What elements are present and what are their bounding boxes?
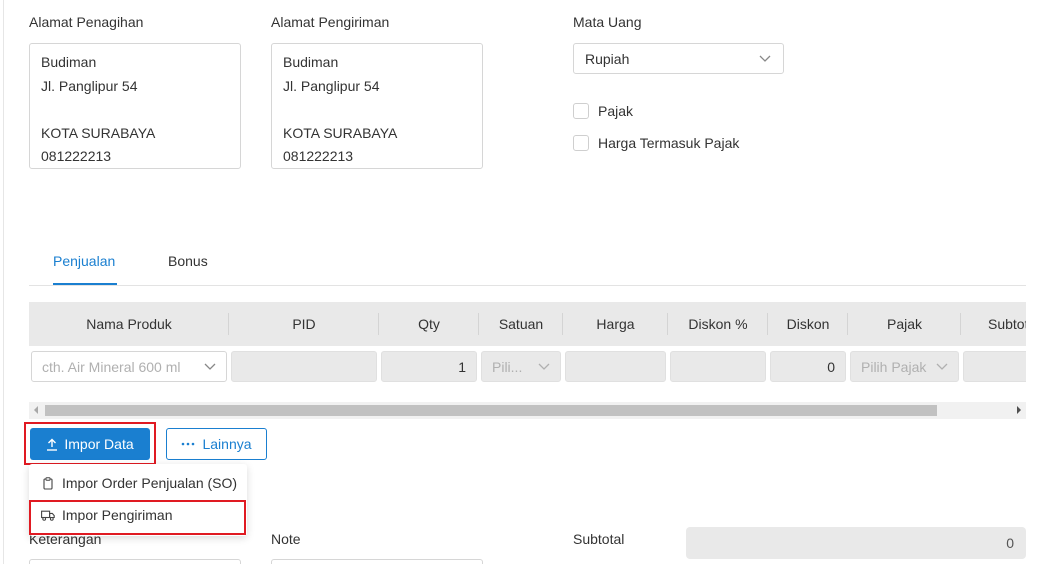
- col-harga: Harga: [596, 316, 635, 332]
- subtotal-cell: [963, 351, 1026, 382]
- billing-line: 081222213: [41, 148, 112, 164]
- import-shipment-highlight: [29, 500, 246, 535]
- tax-select[interactable]: Pilih Pajak: [850, 351, 959, 382]
- tax-checkbox-label: Pajak: [598, 103, 634, 119]
- billing-line: [41, 98, 229, 122]
- tax-checkbox-row[interactable]: Pajak: [573, 103, 633, 119]
- tax-placeholder: Pilih Pajak: [861, 358, 927, 375]
- discount-percent-field[interactable]: [670, 351, 766, 382]
- subtotal-value: 0: [1006, 535, 1014, 551]
- product-placeholder: cth. Air Mineral 600 ml: [42, 358, 181, 375]
- qty-field[interactable]: 1: [381, 351, 477, 382]
- note-field[interactable]: [271, 559, 483, 564]
- billing-address-field[interactable]: Budiman Jl. Panglipur 54 KOTA SURABAYA 0…: [29, 43, 241, 169]
- currency-select[interactable]: Rupiah: [573, 43, 784, 74]
- chevron-down-icon: [758, 52, 772, 66]
- pid-field: [231, 351, 377, 382]
- chevron-down-icon: [936, 363, 948, 371]
- currency-value: Rupiah: [585, 50, 630, 67]
- billing-address-label: Alamat Penagihan: [29, 14, 144, 30]
- import-button-highlight: [24, 422, 156, 465]
- col-nama-produk: Nama Produk: [86, 316, 172, 332]
- ellipsis-icon: [181, 442, 195, 446]
- price-field[interactable]: [565, 351, 666, 382]
- shipping-line: Budiman: [283, 54, 339, 70]
- billing-line: KOTA SURABAYA: [41, 124, 156, 141]
- col-subtotal: Subtotal: [988, 316, 1026, 332]
- table-horizontal-scrollbar[interactable]: [29, 402, 1026, 419]
- currency-label: Mata Uang: [573, 14, 642, 30]
- shipping-address-label: Alamat Pengiriman: [271, 14, 390, 30]
- qty-value: 1: [458, 358, 466, 375]
- note-label: Note: [271, 531, 301, 547]
- shipping-line: Jl. Panglipur 54: [283, 77, 380, 94]
- chevron-down-icon: [538, 363, 550, 371]
- more-options-label: Lainnya: [202, 436, 252, 452]
- unit-select[interactable]: Pili...: [481, 351, 561, 382]
- discount-value: 0: [827, 358, 835, 375]
- tab-bonus[interactable]: Bonus: [168, 253, 208, 269]
- scroll-left-arrow-icon[interactable]: [34, 406, 38, 414]
- col-satuan: Satuan: [498, 316, 544, 332]
- shipping-line: KOTA SURABAYA: [283, 124, 398, 141]
- col-diskon-persen: Diskon %: [688, 316, 748, 332]
- product-select[interactable]: cth. Air Mineral 600 ml: [31, 351, 227, 382]
- notes-field[interactable]: [29, 559, 241, 564]
- col-qty: Qty: [418, 316, 440, 332]
- active-tab-indicator: [53, 283, 117, 285]
- clipboard-icon: [41, 476, 55, 490]
- page-border: [3, 0, 4, 564]
- billing-line: Budiman: [41, 54, 97, 70]
- chevron-down-icon: [204, 363, 216, 371]
- subtotal-field: 0: [686, 527, 1026, 559]
- tab-penjualan[interactable]: Penjualan: [53, 253, 115, 269]
- tax-checkbox[interactable]: [573, 103, 589, 119]
- shipping-line: [283, 98, 471, 122]
- subtotal-label: Subtotal: [573, 531, 625, 547]
- scroll-right-arrow-icon[interactable]: [1017, 406, 1021, 414]
- more-options-button[interactable]: Lainnya: [166, 428, 267, 460]
- col-pajak: Pajak: [886, 316, 923, 332]
- table-row: cth. Air Mineral 600 ml 1 Pili... 0 Pili…: [29, 348, 1026, 386]
- unit-placeholder: Pili...: [492, 358, 523, 375]
- table-header: Nama Produk PID Qty Satuan Harga Diskon …: [29, 302, 1026, 346]
- price-incl-tax-checkbox[interactable]: [573, 135, 589, 151]
- billing-line: Jl. Panglipur 54: [41, 77, 138, 94]
- shipping-address-field[interactable]: Budiman Jl. Panglipur 54 KOTA SURABAYA 0…: [271, 43, 483, 169]
- col-pid: PID: [292, 316, 316, 332]
- shipping-line: 081222213: [283, 148, 354, 164]
- discount-field[interactable]: 0: [770, 351, 846, 382]
- scrollbar-thumb[interactable]: [45, 405, 937, 416]
- col-diskon: Diskon: [786, 316, 830, 332]
- detail-tabs: Penjualan Bonus: [29, 244, 1026, 286]
- menu-item-label: Impor Order Penjualan (SO): [62, 475, 238, 491]
- price-incl-tax-label: Harga Termasuk Pajak: [598, 135, 740, 151]
- price-incl-tax-checkbox-row[interactable]: Harga Termasuk Pajak: [573, 135, 739, 151]
- menu-item-import-sales-order[interactable]: Impor Order Penjualan (SO): [29, 469, 247, 497]
